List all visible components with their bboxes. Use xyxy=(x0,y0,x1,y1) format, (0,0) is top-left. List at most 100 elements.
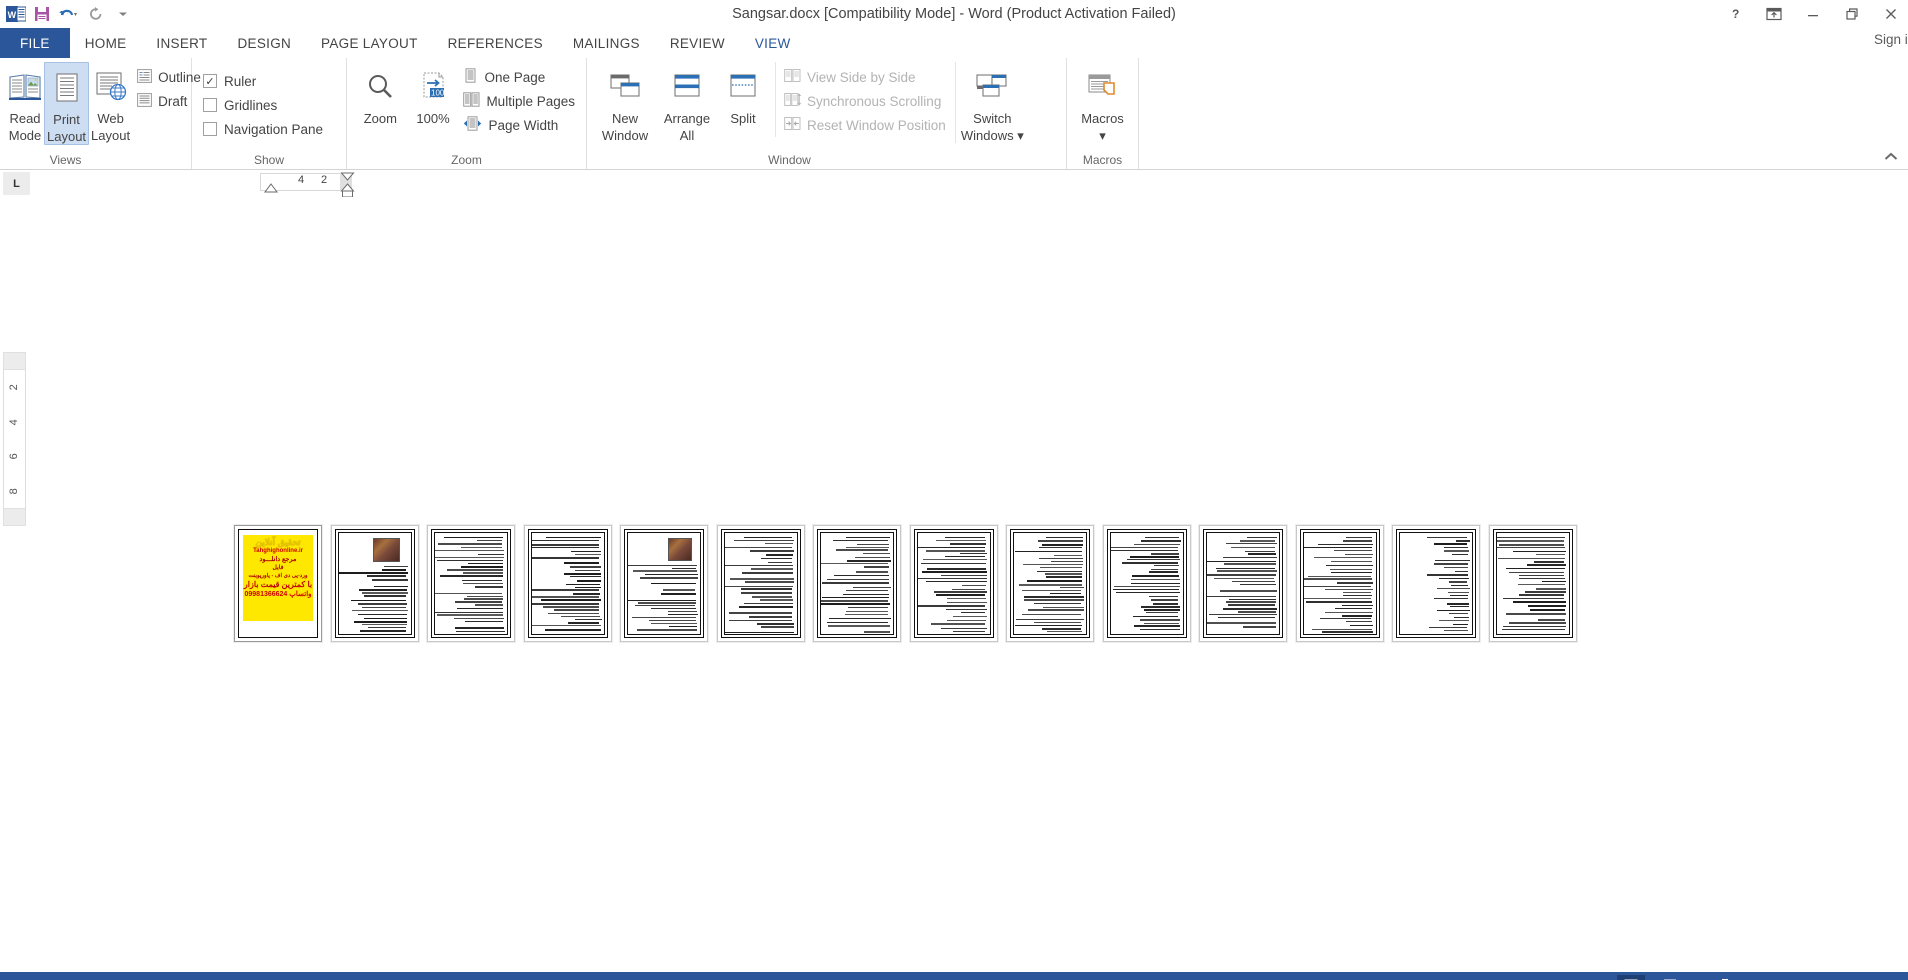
page-7-text-line xyxy=(821,562,889,565)
web-layout-view-button[interactable] xyxy=(1659,975,1687,980)
navigation-pane-checkbox-box[interactable] xyxy=(203,122,217,136)
macros-button[interactable]: Macros ▾ xyxy=(1073,62,1132,143)
page-11-text-line xyxy=(1228,604,1275,606)
page-10-text-line xyxy=(1139,629,1180,631)
read-mode-view-button[interactable] xyxy=(1575,975,1603,980)
page-thumbnail-12[interactable] xyxy=(1295,525,1384,642)
page-4-text-line xyxy=(541,599,601,601)
page-thumbnail-2[interactable] xyxy=(330,525,419,642)
view-side-by-side-button[interactable]: View Side by Side xyxy=(779,65,951,89)
page-12-text-line xyxy=(1335,607,1373,610)
tab-stop-selector[interactable]: L xyxy=(3,172,30,195)
navigation-pane-checkbox[interactable]: Navigation Pane xyxy=(198,117,328,141)
page-8-text-line xyxy=(926,568,986,570)
page-4-text-line xyxy=(571,550,601,553)
page-9-text-line xyxy=(1040,566,1083,569)
page-10-text-line xyxy=(1139,619,1180,621)
page-7-text-line xyxy=(844,613,889,616)
collapse-ribbon-icon[interactable] xyxy=(1884,150,1898,165)
tab-home[interactable]: HOME xyxy=(70,28,142,58)
page-thumbnail-3[interactable] xyxy=(427,525,515,642)
page-14-text-line xyxy=(1519,594,1565,596)
web-layout-button[interactable]: Web Layout xyxy=(89,62,132,143)
page-thumbnail-9[interactable] xyxy=(1006,525,1094,642)
page-thumbnail-1[interactable]: تحقیق آنلاین Tahghighonline.ir مرجع دانل… xyxy=(234,525,322,642)
multiple-pages-button[interactable]: Multiple Pages xyxy=(458,89,580,113)
tab-mailings[interactable]: MAILINGS xyxy=(558,28,655,58)
page-thumbnail-4[interactable] xyxy=(523,525,612,642)
page-2-text-line xyxy=(364,617,408,620)
page-thumbnail-14[interactable] xyxy=(1488,525,1577,642)
vertical-ruler[interactable]: 2 4 6 8 xyxy=(0,197,27,972)
customize-quick-access-icon[interactable] xyxy=(111,2,135,26)
tab-insert[interactable]: INSERT xyxy=(141,28,222,58)
page-4-text-line xyxy=(531,546,599,549)
page-4-text-line xyxy=(531,625,602,627)
help-icon[interactable]: ? xyxy=(1724,3,1746,25)
undo-icon[interactable] xyxy=(57,2,81,26)
page-thumbnail-8[interactable] xyxy=(909,525,998,642)
arrange-all-button[interactable]: Arrange All xyxy=(657,62,717,143)
read-mode-button[interactable]: Read Mode xyxy=(6,62,44,143)
page-thumbnail-7[interactable] xyxy=(813,525,901,642)
zoom-100-button[interactable]: 100 100% xyxy=(408,62,459,126)
tab-view[interactable]: VIEW xyxy=(739,28,806,58)
page-width-button[interactable]: Page Width xyxy=(458,113,580,137)
page-9-text-line xyxy=(1015,624,1082,627)
page-12-text-line xyxy=(1322,631,1374,633)
page-13-text-line xyxy=(1428,626,1468,629)
page-14-text-line xyxy=(1536,588,1566,590)
web-layout-icon xyxy=(94,65,128,109)
right-indent-marker[interactable] xyxy=(340,172,356,198)
page-13-text-line xyxy=(1454,570,1469,573)
horizontal-ruler[interactable]: 4 2 xyxy=(30,170,1908,198)
page-thumbnail-13[interactable] xyxy=(1392,525,1480,642)
save-icon[interactable] xyxy=(30,2,54,26)
switch-windows-button[interactable]: Switch Windows ▾ xyxy=(954,62,1029,143)
page-thumbnail-11[interactable] xyxy=(1199,525,1287,642)
page-13-text-line xyxy=(1443,629,1468,632)
page-5-text-line xyxy=(648,619,696,622)
ribbon-display-options-icon[interactable] xyxy=(1763,3,1785,25)
reset-window-position-button[interactable]: Reset Window Position xyxy=(779,113,951,137)
page-13-text-line xyxy=(1436,588,1470,590)
page-9-text-line xyxy=(1016,618,1084,621)
split-button[interactable]: Split xyxy=(717,62,769,126)
tab-references[interactable]: REFERENCES xyxy=(433,28,558,58)
page-12-text-line xyxy=(1334,549,1372,552)
new-window-button[interactable]: New Window xyxy=(593,62,657,143)
print-layout-button[interactable]: Print Layout xyxy=(44,62,90,145)
zoom-button[interactable]: Zoom xyxy=(353,62,408,126)
page-13-text-line xyxy=(1438,620,1469,622)
page-thumbnail-5[interactable] xyxy=(620,525,708,642)
view-side-by-side-label: View Side by Side xyxy=(807,69,916,85)
ad-line-2: Tahghighonline.ir xyxy=(253,548,303,554)
tab-file[interactable]: FILE xyxy=(0,28,70,58)
ruler-checkbox[interactable]: ✓ Ruler xyxy=(198,69,328,93)
vruler-number-4: 4 xyxy=(8,418,21,425)
document-canvas[interactable]: 2 4 6 8 تحقیق آنلاین Tahghighonline.ir م… xyxy=(0,197,1908,972)
ruler-checkbox-box[interactable]: ✓ xyxy=(203,74,217,88)
page-10-text-line xyxy=(1115,591,1181,593)
page-5-text-line xyxy=(669,625,697,628)
page-thumbnail-6[interactable] xyxy=(716,525,805,642)
tab-design[interactable]: DESIGN xyxy=(222,28,306,58)
print-layout-view-button[interactable] xyxy=(1616,975,1645,980)
page-13-text-line xyxy=(1443,546,1469,549)
redo-icon[interactable] xyxy=(84,2,108,26)
synchronous-scrolling-button[interactable]: Synchronous Scrolling xyxy=(779,89,951,113)
page-12-text-line xyxy=(1317,543,1374,546)
sign-in-button[interactable]: Sign in xyxy=(1874,32,1908,47)
page-thumbnail-10[interactable] xyxy=(1102,525,1191,642)
gridlines-checkbox[interactable]: Gridlines xyxy=(198,93,328,117)
tab-review[interactable]: REVIEW xyxy=(655,28,740,58)
minimize-icon[interactable] xyxy=(1802,3,1824,25)
restore-icon[interactable] xyxy=(1841,3,1863,25)
switch-windows-label-2: Windows ▾ xyxy=(960,128,1024,143)
tab-page-layout[interactable]: PAGE LAYOUT xyxy=(306,28,433,58)
word-logo-icon: W xyxy=(5,4,27,24)
one-page-button[interactable]: One Page xyxy=(458,65,580,89)
close-icon[interactable] xyxy=(1880,3,1902,25)
page-14-text-line xyxy=(1498,557,1565,560)
gridlines-checkbox-box[interactable] xyxy=(203,98,217,112)
